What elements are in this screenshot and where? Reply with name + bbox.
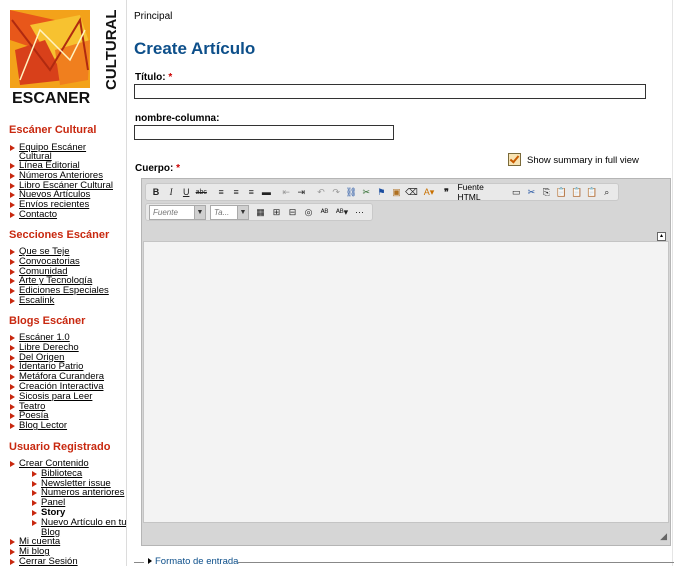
content-border: [672, 0, 673, 566]
svg-text:CULTURAL: CULTURAL: [103, 10, 120, 90]
title-input[interactable]: [134, 84, 646, 99]
menu-escaner-cultural: Equipo Escáner Cultural Línea Editorial …: [9, 143, 113, 220]
chevron-down-icon: ▼: [194, 205, 205, 219]
redo-icon[interactable]: ↷: [329, 185, 343, 199]
link-icon[interactable]: ⛓: [344, 185, 358, 199]
undo-icon[interactable]: ↶: [314, 185, 328, 199]
maximize-icon[interactable]: ▴: [657, 232, 666, 241]
body-field-label: Cuerpo: *: [135, 163, 181, 174]
menu-item[interactable]: Equipo Escáner Cultural: [9, 143, 99, 161]
outdent-icon[interactable]: ⇤: [279, 185, 293, 199]
align-justify-icon[interactable]: ▬: [259, 185, 273, 199]
bold-icon[interactable]: B: [149, 185, 163, 199]
preview-icon[interactable]: ◎: [301, 205, 316, 219]
horizontal-rule-icon[interactable]: ▭: [509, 185, 523, 199]
paste-word-icon[interactable]: 📋: [585, 185, 599, 199]
section-title-blogs: Blogs Escáner: [9, 315, 86, 327]
page-title: Create Artículo: [134, 39, 256, 58]
italic-icon[interactable]: I: [164, 185, 178, 199]
rich-text-editor: B I U abc ≡ ≡ ≡ ▬ ⇤ ⇥ ↶ ↷ ⛓ ✂ ⚑ ▣ ⌫ A▾ ❞…: [141, 178, 671, 546]
menu-item[interactable]: Blog Lector: [9, 421, 104, 431]
editor-content-area[interactable]: [143, 241, 669, 523]
text-color-icon[interactable]: A▾: [420, 185, 439, 199]
indent-icon[interactable]: ⇥: [294, 185, 308, 199]
insert-row-icon[interactable]: ⊞: [269, 205, 284, 219]
spellcheck-options-icon[interactable]: ᴬᴮ▾: [333, 205, 351, 219]
svg-text:ESCANER: ESCANER: [12, 90, 91, 106]
section-title-escaner-cultural: Escáner Cultural: [9, 124, 97, 136]
column-input[interactable]: [134, 125, 394, 140]
section-title-secciones: Secciones Escáner: [9, 229, 110, 241]
paste-text-icon[interactable]: 📋: [570, 185, 584, 199]
anchor-icon[interactable]: ⚑: [374, 185, 388, 199]
cut-icon[interactable]: ✂: [524, 185, 538, 199]
fieldset-line: [134, 562, 144, 563]
editor-toolbar-1: B I U abc ≡ ≡ ≡ ▬ ⇤ ⇥ ↶ ↷ ⛓ ✂ ⚑ ▣ ⌫ A▾ ❞…: [145, 182, 619, 202]
copy-icon[interactable]: ⎘: [539, 185, 553, 199]
chevron-down-icon: ▼: [237, 205, 248, 219]
menu-secciones: Que se Teje Convocatorias Comunidad Arte…: [9, 247, 109, 306]
toolbar-separator: [274, 185, 278, 199]
delete-row-icon[interactable]: ⊟: [285, 205, 300, 219]
menu-usuario: Crear Contenido Biblioteca Newsletter is…: [9, 459, 129, 567]
resize-handle-icon[interactable]: ◢: [660, 531, 667, 542]
title-field-label: Título: *: [135, 72, 173, 83]
clean-format-icon[interactable]: ⌫: [405, 185, 419, 199]
breadcrumb[interactable]: Principal: [134, 11, 172, 22]
input-format-legend[interactable]: Formato de entrada: [155, 556, 238, 567]
submenu-item[interactable]: Nuevo Artículo en tu Blog: [31, 517, 129, 538]
strikethrough-icon[interactable]: abc: [194, 185, 208, 199]
page-break-icon[interactable]: ⋯: [352, 205, 367, 219]
expand-arrow-icon: [148, 558, 152, 564]
align-right-icon[interactable]: ≡: [244, 185, 258, 199]
find-icon[interactable]: ⌕: [600, 185, 614, 199]
unlink-icon[interactable]: ✂: [359, 185, 373, 199]
menu-item[interactable]: Contacto: [9, 210, 113, 220]
font-select[interactable]: Fuente ▼: [149, 204, 206, 220]
menu-item[interactable]: Escalink: [9, 296, 109, 306]
underline-icon[interactable]: U: [179, 185, 193, 199]
spellcheck-icon[interactable]: ᴬᴮ: [317, 205, 332, 219]
size-select[interactable]: Ta... ▼: [210, 204, 249, 220]
html-source-button[interactable]: Fuente HTML: [454, 182, 509, 202]
toolbar-separator: [309, 185, 313, 199]
table-icon[interactable]: ▦: [253, 205, 268, 219]
menu-blogs: Escáner 1.0 Libre Derecho Del Origen Ide…: [9, 333, 104, 431]
input-format-fieldset[interactable]: Formato de entrada: [134, 556, 674, 568]
summary-checkbox-label: Show summary in full view: [527, 155, 639, 166]
sidebar-divider: [126, 0, 127, 566]
column-field-label: nombre-columna:: [135, 113, 220, 124]
align-center-icon[interactable]: ≡: [229, 185, 243, 199]
fieldset-line: [238, 562, 674, 563]
blockquote-icon[interactable]: ❞: [439, 185, 453, 199]
align-left-icon[interactable]: ≡: [214, 185, 228, 199]
image-icon[interactable]: ▣: [389, 185, 403, 199]
submenu-crear-contenido: Biblioteca Newsletter issue Numeros ante…: [19, 468, 129, 538]
summary-checkbox[interactable]: [508, 153, 521, 166]
toolbar-separator: [209, 185, 213, 199]
site-logo[interactable]: ESCANER CULTURAL: [10, 9, 120, 107]
editor-toolbar-2: Fuente ▼ Ta... ▼ ▦ ⊞ ⊟ ◎ ᴬᴮ ᴬᴮ▾ ⋯: [145, 203, 373, 221]
section-title-usuario: Usuario Registrado: [9, 441, 111, 453]
sidebar: ESCANER CULTURAL Escáner Cultural Equipo…: [0, 0, 129, 567]
paste-icon[interactable]: 📋: [554, 185, 568, 199]
menu-item[interactable]: Cerrar Sesión: [9, 557, 129, 567]
menu-item-crear-contenido[interactable]: Crear Contenido Biblioteca Newsletter is…: [9, 459, 129, 537]
